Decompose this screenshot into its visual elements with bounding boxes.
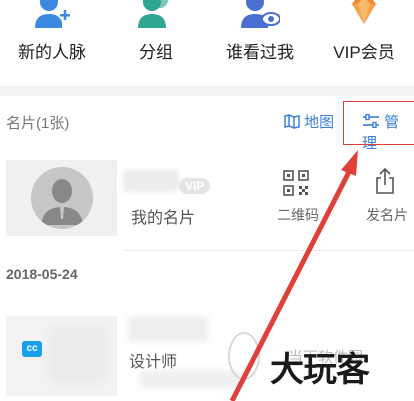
group-icon (138, 0, 168, 28)
map-label: 地图 (304, 114, 335, 131)
qr-code-label[interactable]: 二维码 (277, 205, 319, 225)
contact-title[interactable]: 设计师 (129, 348, 177, 372)
nav-label: 谁看过我 (226, 43, 294, 62)
map-button[interactable]: 地图 (284, 111, 334, 132)
add-user-icon (35, 0, 70, 28)
cards-count-title: 名片(1张) (6, 115, 70, 132)
quick-nav: 新的人脉 分组 谁看过我 VIP会员 (0, 0, 414, 78)
nav-item-who-viewed-me[interactable]: 谁看过我 (208, 0, 312, 78)
my-card-label[interactable]: 我的名片 (131, 204, 195, 228)
cc-logo-icon: cc (22, 341, 42, 357)
user-view-icon (241, 0, 280, 28)
qr-code-icon[interactable] (283, 170, 309, 196)
nav-label: VIP会员 (333, 43, 395, 62)
blurred-region (48, 326, 108, 384)
nav-item-new-contacts[interactable]: 新的人脉 (0, 0, 104, 78)
nav-item-groups[interactable]: 分组 (104, 0, 208, 78)
blurred-name (123, 170, 179, 192)
avatar (31, 167, 93, 229)
blurred-region (140, 370, 240, 388)
map-icon (284, 114, 300, 129)
watermark-logo-icon (228, 332, 260, 380)
row-divider (123, 250, 414, 251)
nav-label: 新的人脉 (18, 43, 86, 62)
section-divider (0, 86, 414, 96)
diamond-icon (352, 0, 376, 24)
default-avatar-icon (31, 167, 93, 229)
nav-item-vip[interactable]: VIP会员 (312, 0, 414, 78)
send-card-label[interactable]: 发名片 (366, 205, 408, 225)
date-group-header: 2018-05-24 (6, 266, 78, 282)
blurred-name (128, 316, 208, 342)
watermark-text: 大玩客 (270, 350, 370, 390)
nav-label: 分组 (139, 43, 173, 62)
share-icon[interactable] (375, 167, 395, 195)
annotation-highlight-box (343, 101, 414, 145)
vip-badge: VIP (179, 178, 211, 194)
